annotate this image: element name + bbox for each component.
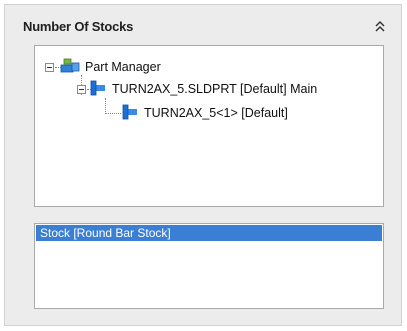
stock-list-item[interactable]: Stock [Round Bar Stock] — [36, 225, 382, 241]
tree-node-part-manager[interactable]: Part Manager — [45, 58, 161, 76]
part-icon — [121, 103, 139, 124]
tree-node-instance[interactable]: TURN2AX_5<1> [Default] — [121, 104, 288, 122]
collapse-expander[interactable] — [77, 84, 86, 94]
stock-list[interactable]: Stock [Round Bar Stock] — [34, 223, 384, 309]
tree-node-part[interactable]: TURN2AX_5.SLDPRT [Default] Main — [77, 80, 317, 98]
tree-node-label: Part Manager — [85, 60, 161, 74]
tree-connector — [105, 113, 121, 114]
part-tree[interactable]: Part Manager TURN2AX_5.SLDPRT [Default] … — [34, 45, 384, 207]
collapse-expander[interactable] — [45, 62, 54, 72]
collapse-button[interactable] — [373, 18, 387, 34]
tree-connector — [105, 98, 106, 114]
double-chevron-up-icon — [375, 20, 385, 32]
panel-header: Number Of Stocks — [5, 5, 401, 35]
part-icon — [89, 79, 107, 100]
number-of-stocks-panel: Number Of Stocks Part Manager TURN2AX_5.… — [4, 4, 402, 326]
part-manager-icon — [60, 58, 80, 77]
panel-title: Number Of Stocks — [23, 19, 134, 34]
tree-node-label: TURN2AX_5<1> [Default] — [144, 106, 288, 120]
tree-node-label: TURN2AX_5.SLDPRT [Default] Main — [112, 82, 318, 96]
